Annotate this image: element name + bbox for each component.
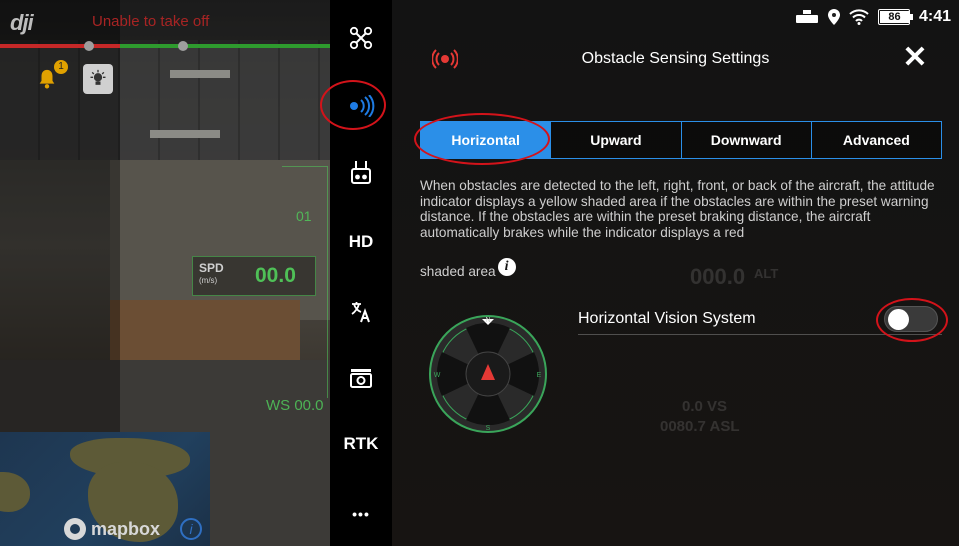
camera-view[interactable]: dji Unable to take off 1 01 SPD (m/s) 00… (0, 0, 330, 546)
bulb-icon (90, 69, 106, 85)
tab-upward[interactable]: Upward (551, 122, 682, 158)
rc-connection-icon (795, 10, 818, 23)
heading-tick: 01 (296, 208, 312, 224)
compass-e: E (537, 372, 542, 379)
menu-camera[interactable] (330, 358, 392, 398)
wifi-icon (849, 9, 869, 25)
menu-hd[interactable]: HD (330, 222, 392, 262)
translate-icon (351, 302, 370, 323)
wind-speed: WS 00.0 (266, 397, 324, 414)
tab-advanced[interactable]: Advanced (811, 122, 941, 158)
background-alt-value: 000.0 (690, 264, 746, 289)
camera-icon (350, 369, 372, 388)
dji-logo: dji (10, 10, 34, 35)
background-vs: 0.0 VS (682, 398, 728, 415)
obstacle-radar-indicator: N E S W (429, 315, 547, 433)
info-icon[interactable]: i (497, 257, 516, 276)
location-icon (827, 9, 840, 25)
map-info-icon[interactable]: i (180, 518, 202, 540)
remote-controller-icon (351, 161, 371, 184)
compass-n: N (485, 317, 490, 324)
light-button[interactable] (83, 64, 113, 94)
horizontal-vision-system-label: Horizontal Vision System (578, 310, 756, 327)
mapbox-icon (64, 518, 86, 540)
desk (110, 300, 300, 360)
mini-map[interactable]: mapbox i (0, 432, 210, 546)
menu-more[interactable]: ••• (330, 494, 392, 534)
background-asl: 0080.7 ASL (660, 418, 740, 435)
menu-language[interactable] (330, 292, 392, 332)
system-status-bar: 86 4:41 (795, 8, 951, 26)
notification-badge: 1 (54, 60, 68, 74)
background-alt-label: ALT (754, 266, 779, 281)
speed-indicator: SPD (m/s) 00.0 (192, 256, 316, 296)
ceiling-lamp (170, 70, 230, 78)
ceiling-lamp (150, 130, 220, 138)
mapbox-logo: mapbox (64, 518, 160, 540)
menu-remote-controller[interactable] (330, 152, 392, 192)
close-button[interactable]: ✕ (900, 43, 930, 74)
menu-aircraft[interactable] (330, 18, 392, 58)
menu-rtk[interactable]: RTK (330, 424, 392, 464)
annotation-circle (414, 113, 550, 165)
panel-title: Obstacle Sensing Settings (581, 50, 770, 67)
annotation-circle (320, 80, 386, 130)
annotation-circle (876, 298, 948, 342)
compass-w: W (434, 372, 441, 379)
horizontal-description: When obstacles are detected to the left,… (420, 178, 935, 240)
compass-s: S (486, 425, 491, 432)
description-tail: shaded area (420, 264, 496, 279)
battery-indicator: 86 (877, 9, 913, 25)
settings-menu: HD RTK ••• (320, 0, 392, 546)
tab-downward[interactable]: Downward (681, 122, 812, 158)
clock: 4:41 (918, 8, 951, 25)
drone-icon (349, 26, 373, 50)
flight-status-text[interactable]: Unable to take off (92, 13, 209, 30)
obstacle-sensing-panel: 000.0 ALT 0.0 VS 0080.7 ASL 86 4:41 Obst… (392, 0, 959, 546)
